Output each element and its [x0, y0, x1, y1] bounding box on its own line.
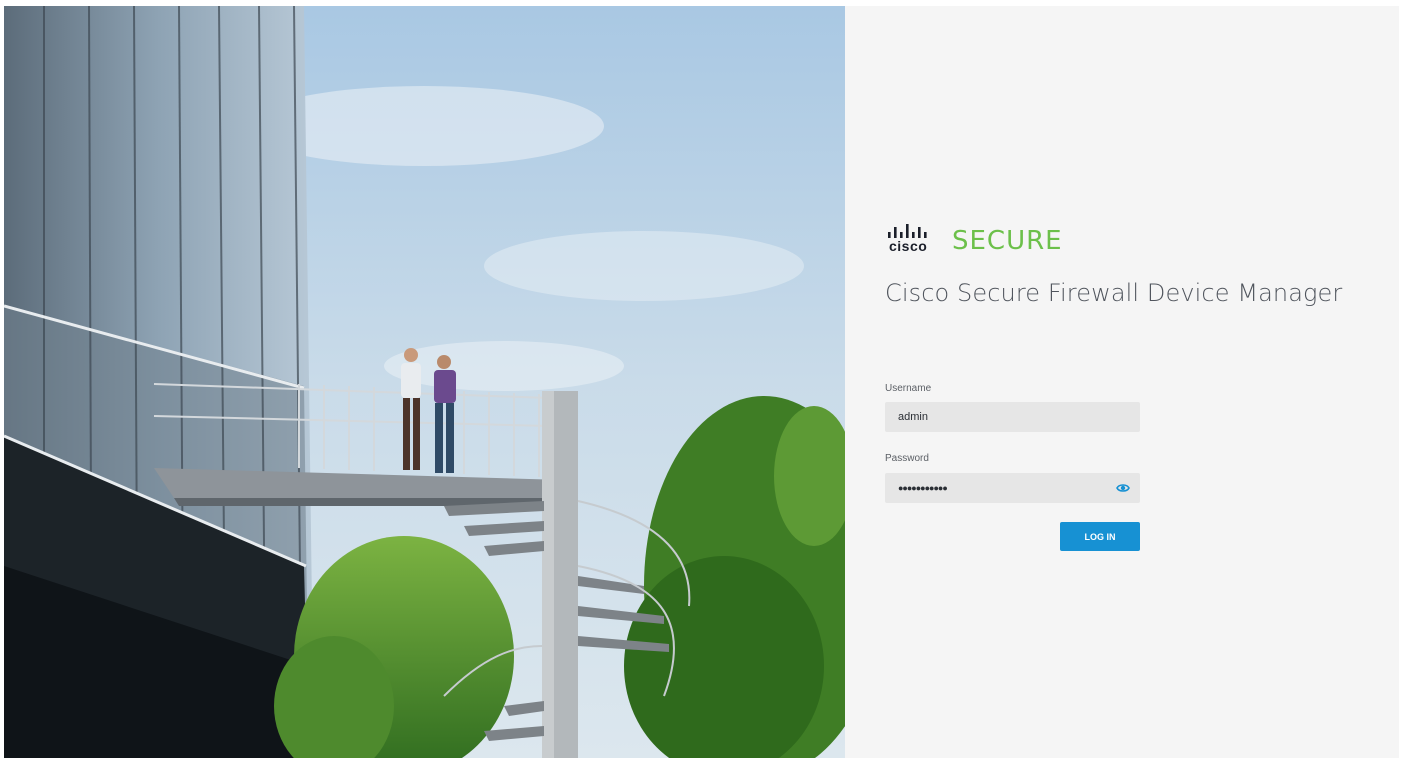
username-field[interactable] [885, 402, 1140, 432]
login-page: cisco SECURE Cisco Secure Firewall Devic… [0, 0, 1404, 758]
hero-image [4, 6, 845, 758]
password-label: Password [885, 453, 929, 464]
hero-photo-illustration [4, 6, 845, 758]
cisco-logo: cisco [885, 222, 941, 258]
eye-icon[interactable] [1116, 482, 1130, 494]
password-input[interactable] [885, 473, 1140, 503]
username-label: Username [885, 383, 932, 394]
secure-product-word: SECURE [952, 226, 1063, 256]
cisco-logo-text: cisco [889, 238, 928, 254]
password-field[interactable] [885, 473, 1140, 503]
login-panel: cisco SECURE Cisco Secure Firewall Devic… [845, 6, 1399, 758]
username-input[interactable] [885, 402, 1140, 432]
page-title: Cisco Secure Firewall Device Manager [885, 279, 1343, 307]
login-button[interactable]: LOG IN [1060, 522, 1140, 551]
brand-header: cisco SECURE [885, 222, 1185, 262]
